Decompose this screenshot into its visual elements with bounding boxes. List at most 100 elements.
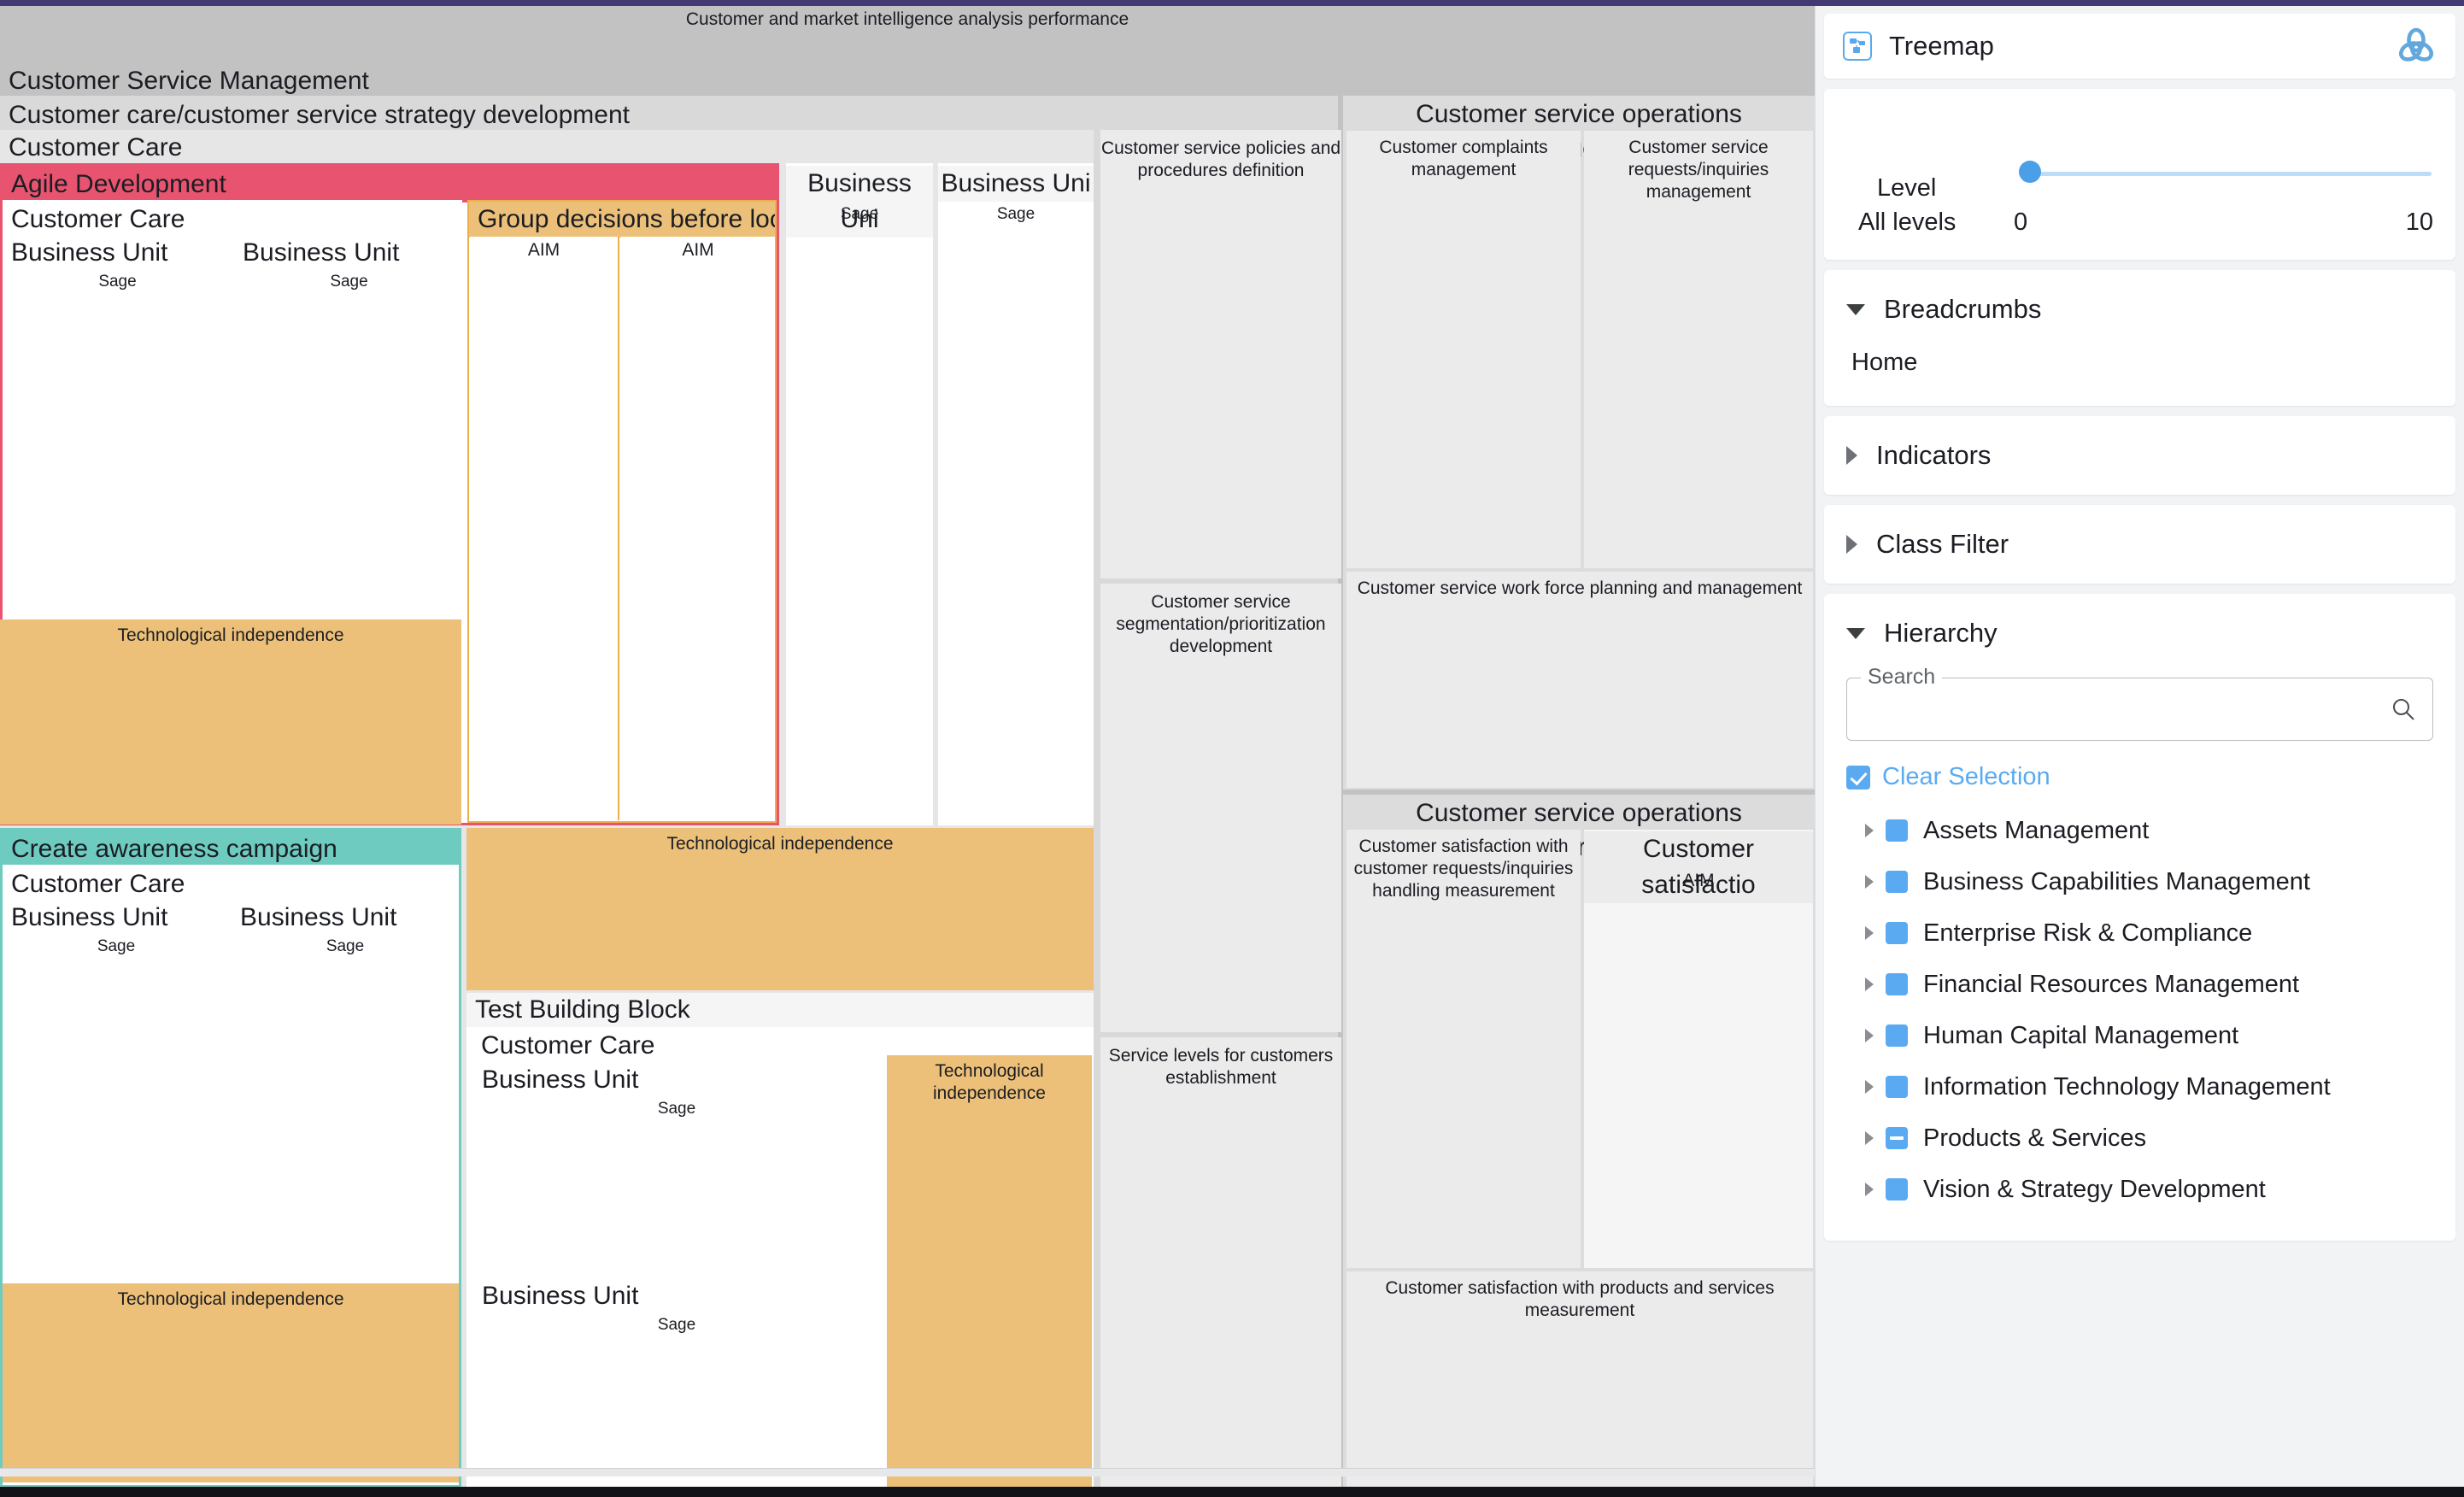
node-meta-label: Sage [786,205,933,224]
chevron-right-icon[interactable] [1865,926,1874,940]
node-label: Business Unit [233,901,457,934]
tree-item[interactable]: Vision & Strategy Development [1846,1164,2433,1215]
chevron-right-icon[interactable] [1865,977,1874,991]
node-label: Customer care/customer service strategy … [0,98,1338,132]
search-icon[interactable] [2390,696,2417,723]
tree-item-checkbox[interactable] [1886,871,1908,893]
treemap-leaf-satisfaction-products[interactable]: Customer satisfaction with products and … [1346,1271,1813,1487]
tree-item[interactable]: Enterprise Risk & Compliance [1846,907,2433,959]
tree-item-checkbox[interactable] [1886,819,1908,842]
indicators-section-header[interactable]: Indicators [1824,416,2455,495]
class-filter-section-header[interactable]: Class Filter [1824,505,2455,584]
node-label: Customer service work force planning and… [1346,578,1813,600]
tree-item-label[interactable]: Information Technology Management [1923,1073,2331,1101]
chevron-down-icon[interactable] [1846,628,1865,639]
level-max-value: 10 [2406,208,2433,237]
breadcrumbs-title: Breadcrumbs [1884,294,2041,325]
node-label: Customer satisfactio [1584,831,1813,903]
clear-selection-checkbox[interactable] [1846,766,1870,790]
tree-item[interactable]: Products & Services [1846,1112,2433,1164]
tree-item-checkbox[interactable] [1886,1024,1908,1047]
treemap-leaf-aim[interactable]: AIM [621,237,775,820]
tree-item-checkbox-partial[interactable] [1886,1127,1908,1149]
chevron-down-icon[interactable] [1846,304,1865,315]
treemap-canvas[interactable]: Customer and market intelligence analysi… [0,6,1815,1487]
treemap-leaf-business-unit[interactable]: Business Uni Sage [938,163,1094,825]
tree-item-checkbox[interactable] [1886,973,1908,995]
breadcrumbs-section-header[interactable]: Breadcrumbs [1824,270,2455,349]
level-sublabel: All levels [1858,208,1956,237]
treemap-leaf-technological-independence[interactable]: Technological independence [887,1055,1092,1487]
node-meta-label: AIM [1584,871,1813,891]
tree-item-label[interactable]: Business Capabilities Management [1923,868,2310,896]
treemap-leaf-business-unit[interactable]: Business Unit Sage [472,1278,882,1487]
node-label: Technological independence [887,1060,1092,1105]
chevron-right-icon[interactable] [1865,1029,1874,1042]
slider-track[interactable] [2019,172,2432,176]
app-root: Customer and market intelligence analysi… [0,0,2464,1497]
node-label: Test Building Block [466,993,1094,1027]
trefoil-logo-icon [2396,26,2437,67]
treemap-leaf-business-unit[interactable]: Business Unit Sage [4,900,228,1271]
node-label: Business Unit [4,901,228,934]
treemap-leaf-aim[interactable]: AIM [470,237,619,820]
horizontal-scrollbar[interactable] [0,1468,1815,1476]
tree-item[interactable]: Information Technology Management [1846,1061,2433,1112]
level-slider[interactable] [2019,169,2432,178]
indicators-card: Indicators [1824,416,2455,495]
tree-item[interactable]: Financial Resources Management [1846,959,2433,1010]
tree-item[interactable]: Human Capital Management [1846,1010,2433,1061]
slider-thumb[interactable] [2019,161,2041,183]
treemap-leaf-technological-independence[interactable]: Technological independence [0,619,461,825]
tree-item[interactable]: Business Capabilities Management [1846,856,2433,907]
treemap-leaf-customer-complaints[interactable]: Customer complaints management [1346,131,1581,568]
treemap-leaf-service-requests[interactable]: Customer service requests/inquiries mana… [1584,131,1813,568]
class-filter-title: Class Filter [1876,529,2009,560]
chevron-right-icon[interactable] [1846,535,1857,554]
node-label: Technological independence [466,833,1094,855]
tree-item-label[interactable]: Products & Services [1923,1124,2146,1153]
indicators-title: Indicators [1876,440,1991,471]
treemap-leaf-service-levels[interactable]: Service levels for customers establishme… [1100,1037,1341,1487]
treemap-leaf-policies-definition[interactable]: Customer service policies and procedures… [1100,130,1341,578]
node-label: Business Unit [472,1280,882,1312]
node-label: Agile Development [3,166,777,203]
tree-item[interactable]: Assets Management [1846,805,2433,856]
treemap-leaf-business-unit[interactable]: Business Unit Sage [472,1062,882,1276]
hierarchy-section-header[interactable]: Hierarchy [1824,594,2455,672]
chevron-right-icon[interactable] [1865,1131,1874,1145]
tree-item-label[interactable]: Assets Management [1923,817,2149,845]
node-label: Customer service requests/inquiries mana… [1584,137,1813,203]
breadcrumb: Home [1824,349,2455,406]
level-slider-card[interactable]: Level All levels 0 10 [1824,89,2455,260]
search-field[interactable]: Search [1846,678,2433,741]
treemap-leaf-segmentation-development[interactable]: Customer service segmentation/prioritiza… [1100,584,1341,1032]
treemap-leaf-business-unit[interactable]: Business Uni Sage [786,163,933,825]
tree-item-checkbox[interactable] [1886,922,1908,944]
node-meta-label: Sage [472,1100,882,1118]
breadcrumb-item-home[interactable]: Home [1851,349,1917,376]
tree-item-label[interactable]: Human Capital Management [1923,1022,2238,1050]
tree-item-label[interactable]: Financial Resources Management [1923,971,2299,999]
chevron-right-icon[interactable] [1865,875,1874,889]
clear-selection-row[interactable]: Clear Selection [1846,763,2433,791]
treemap-leaf-technological-independence[interactable]: Technological independence [466,828,1094,990]
tree-item-label[interactable]: Enterprise Risk & Compliance [1923,919,2252,948]
chevron-right-icon[interactable] [1865,1080,1874,1094]
tree-item-checkbox[interactable] [1886,1076,1908,1098]
node-label: Service levels for customers establishme… [1100,1045,1341,1089]
chevron-right-icon[interactable] [1865,824,1874,837]
treemap-leaf-technological-independence[interactable]: Technological independence [3,1283,459,1482]
node-label: AIM [470,240,618,261]
clear-selection-label[interactable]: Clear Selection [1882,763,2050,791]
chevron-right-icon[interactable] [1846,446,1857,465]
tree-item-checkbox[interactable] [1886,1178,1908,1201]
treemap-leaf-work-force-planning[interactable]: Customer service work force planning and… [1346,572,1813,788]
treemap-leaf-business-unit[interactable]: Business Unit Sage [233,900,457,1271]
treemap-leaf-satisfaction-truncated[interactable]: Customer satisfactio AIM [1584,830,1813,1268]
panel-header-card: Treemap [1824,14,2455,79]
treemap-leaf-satisfaction-requests[interactable]: Customer satisfaction with customer requ… [1346,830,1581,1268]
search-input[interactable] [1859,678,2378,740]
chevron-right-icon[interactable] [1865,1183,1874,1196]
tree-item-label[interactable]: Vision & Strategy Development [1923,1176,2266,1204]
